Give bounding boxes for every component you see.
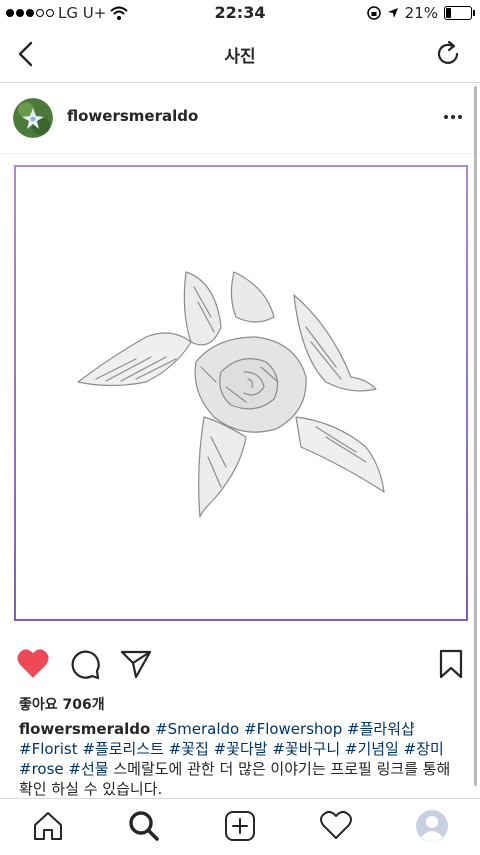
post-actions	[0, 642, 480, 686]
share-button[interactable]	[119, 648, 153, 680]
heart-icon	[17, 649, 49, 678]
tab-home[interactable]	[31, 809, 65, 843]
tab-bar	[0, 798, 480, 855]
like-button[interactable]	[16, 648, 50, 680]
refresh-button[interactable]	[436, 40, 462, 68]
battery-icon	[444, 6, 475, 20]
tab-search[interactable]	[127, 809, 161, 843]
tab-add[interactable]	[223, 809, 257, 843]
rotation-lock-icon	[366, 6, 381, 20]
post-username[interactable]: flowersmeraldo	[67, 107, 198, 125]
send-icon	[120, 650, 152, 679]
nav-bar: 사진	[0, 26, 480, 83]
scrollbar[interactable]	[474, 86, 477, 786]
tab-activity[interactable]	[319, 809, 353, 843]
post-photo[interactable]	[0, 154, 480, 634]
post-header: flowersmeraldo	[0, 83, 480, 154]
page-title: 사진	[224, 47, 256, 67]
photo-frame	[14, 165, 468, 621]
location-icon	[387, 8, 398, 18]
caption-username[interactable]: flowersmeraldo	[19, 720, 150, 738]
home-icon	[34, 812, 62, 840]
battery-percent: 21%	[404, 4, 438, 22]
save-button[interactable]	[438, 648, 464, 680]
refresh-icon	[437, 43, 459, 64]
more-icon[interactable]	[444, 115, 462, 119]
avatar-image	[13, 98, 53, 138]
likes-count[interactable]: 좋아요 706개	[19, 694, 105, 714]
search-icon	[129, 811, 159, 841]
bookmark-icon	[439, 649, 463, 679]
status-bar: LG U+ 22:34 21%	[0, 0, 480, 26]
heart-outline-icon	[320, 810, 352, 839]
post-caption: flowersmeraldo #Smeraldo #Flowershop #플라…	[19, 719, 464, 799]
profile-icon	[416, 810, 448, 842]
comment-button[interactable]	[69, 648, 101, 680]
avatar[interactable]	[13, 98, 53, 138]
comment-icon	[71, 650, 100, 680]
status-right: 21%	[366, 4, 475, 22]
rose-sketch-image	[77, 271, 385, 518]
tab-profile[interactable]	[415, 809, 449, 843]
add-icon	[225, 811, 255, 841]
